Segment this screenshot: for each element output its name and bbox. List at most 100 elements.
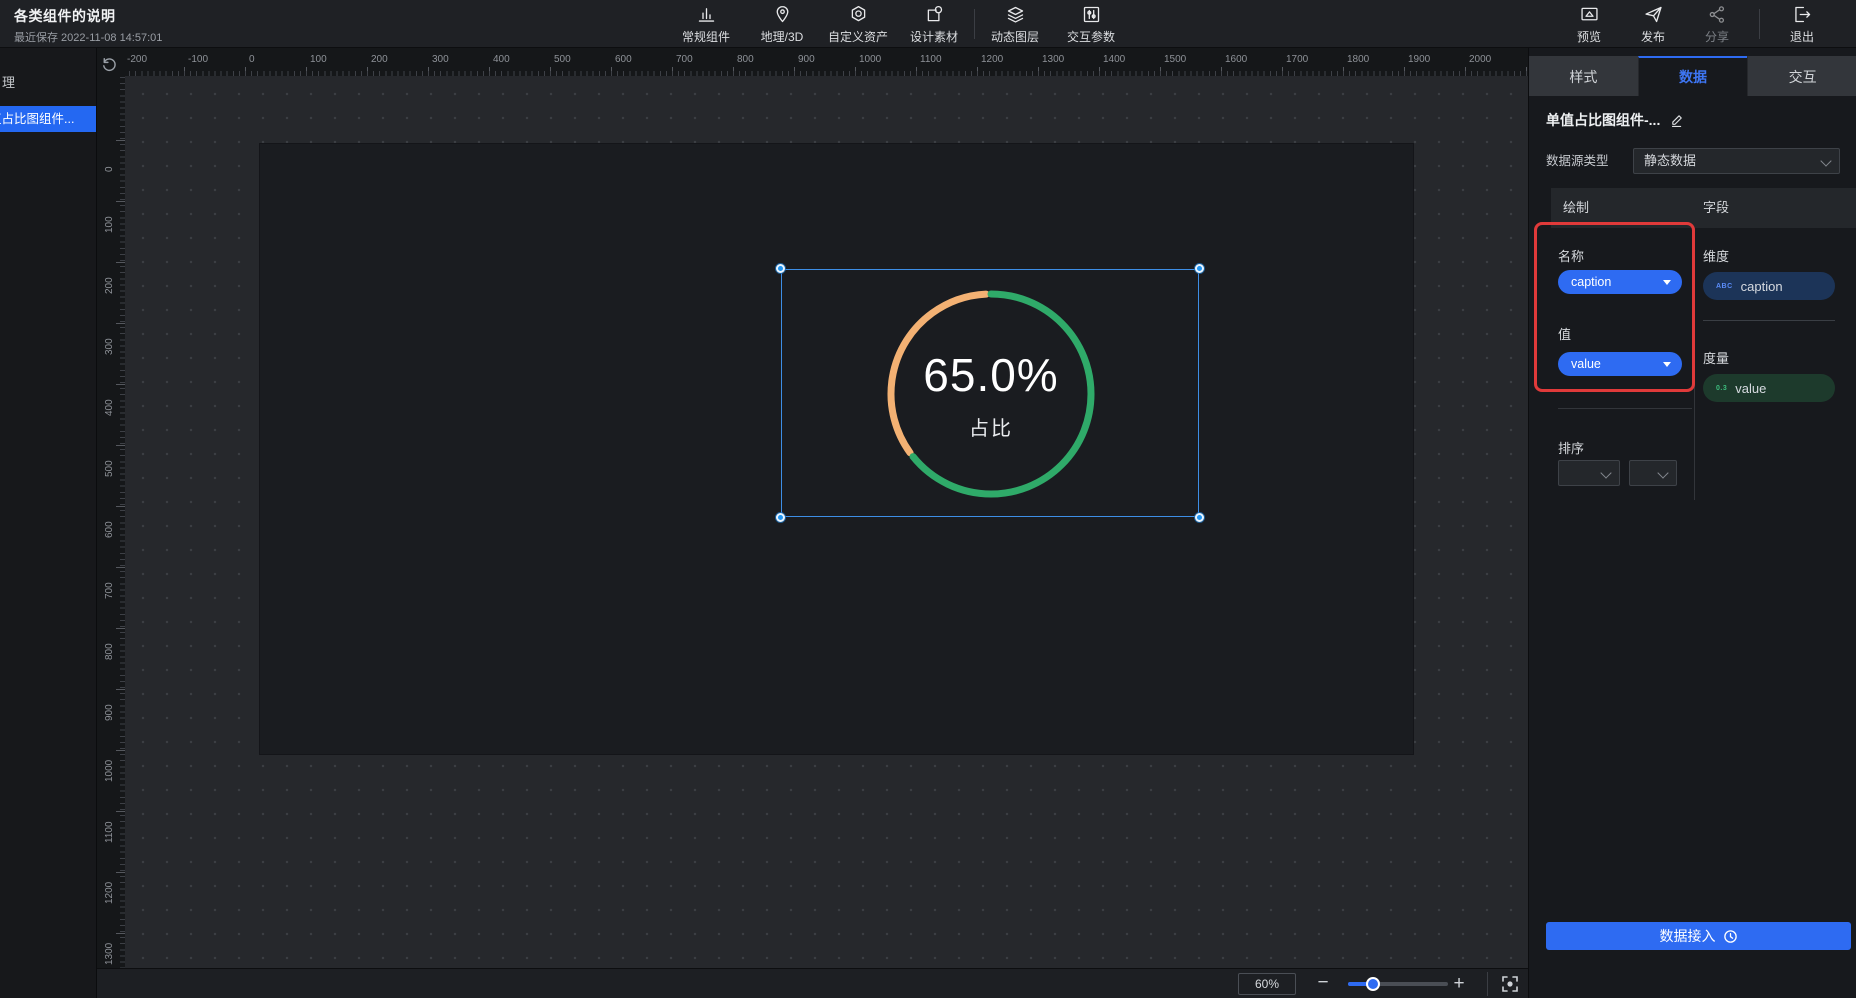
ruler-tick: 700 — [672, 48, 742, 76]
ruler-tick: -200 — [123, 48, 193, 76]
tab-interaction[interactable]: 交互 — [1747, 56, 1856, 96]
ruler-tick: 1000 — [855, 48, 925, 76]
toolbar-divider — [974, 9, 975, 39]
toolbar-item-dynamic-layers[interactable]: 动态图层 — [977, 0, 1053, 48]
toolbar-item-geo3d[interactable]: 地理/3D — [744, 0, 820, 48]
ruler-tick: 1200 — [977, 48, 1047, 76]
ratio-donut-widget[interactable]: 65.0% 占比 — [881, 284, 1101, 504]
ruler-tick: 2000 — [1465, 48, 1528, 76]
ruler-tick: 0 — [97, 140, 125, 210]
ruler-tick: 500 — [97, 445, 125, 515]
toolbar-item-label: 地理/3D — [761, 28, 804, 45]
value-field-select[interactable]: value — [1558, 352, 1682, 376]
zoom-out-button[interactable]: − — [1313, 972, 1333, 996]
ruler-tick: 1600 — [1221, 48, 1291, 76]
preview-button[interactable]: 预览 — [1561, 0, 1617, 48]
refresh-icon[interactable] — [100, 54, 119, 73]
app-window: 各类组件的说明 最近保存 2022-11-08 14:57:01 常规组件 地理… — [0, 0, 1856, 998]
chevron-down-icon — [1600, 467, 1611, 478]
ruler-tick: 1100 — [97, 811, 125, 881]
ruler-tick: 400 — [489, 48, 559, 76]
actions-divider — [1759, 9, 1760, 39]
toolbar-item-design-assets[interactable]: 设计素材 — [896, 0, 972, 48]
resize-handle-bottom-right[interactable] — [1195, 513, 1204, 522]
resize-handle-top-right[interactable] — [1195, 264, 1204, 273]
edit-pencil-icon[interactable] — [1670, 113, 1685, 128]
ruler-tick: 400 — [97, 384, 125, 454]
resize-handle-bottom-left[interactable] — [776, 513, 785, 522]
widget-selection-box[interactable]: 65.0% 占比 — [781, 269, 1199, 517]
fields-divider — [1703, 320, 1835, 321]
vertical-ruler: 0100200300400500600700800900100011001200… — [97, 76, 125, 968]
measure-field-pill[interactable]: 0.3 value — [1703, 374, 1835, 402]
header-actions: 预览 发布 分享 退出 — [1561, 0, 1830, 48]
bar-chart-icon — [696, 4, 717, 25]
document-title-block: 各类组件的说明 最近保存 2022-11-08 14:57:01 — [14, 6, 162, 45]
data-access-label: 数据接入 — [1660, 926, 1716, 946]
sort-field-select[interactable] — [1558, 460, 1620, 486]
ruler-tick: 1900 — [1404, 48, 1474, 76]
history-clock-icon — [1723, 929, 1738, 944]
toolbar-item-charts[interactable]: 常规组件 — [668, 0, 744, 48]
action-label: 分享 — [1705, 28, 1729, 45]
inspector-tabbar: 样式 数据 交互 — [1529, 56, 1856, 96]
ruler-tick: 800 — [97, 628, 125, 698]
ruler-tick: 700 — [97, 567, 125, 637]
exit-button[interactable]: 退出 — [1774, 0, 1830, 48]
dimension-field-pill[interactable]: ABC caption — [1703, 272, 1835, 300]
columns-divider — [1694, 228, 1695, 500]
tab-style[interactable]: 样式 — [1529, 56, 1638, 96]
draw-column-divider — [1558, 408, 1692, 409]
publish-icon — [1643, 4, 1664, 25]
canvas-bottom-bar: 60% − + — [97, 968, 1528, 998]
measure-label: 度量 — [1703, 348, 1729, 367]
sidebar-heading-clipped: 理 — [2, 72, 96, 91]
toolbar-item-label: 常规组件 — [682, 28, 730, 45]
editor-canvas[interactable]: 65.0% 占比 — [125, 76, 1528, 968]
inspector-panel: 样式 数据 交互 单值占比图组件-... 数据源类型 静态数据 绘制 字段 — [1528, 48, 1856, 998]
data-access-button[interactable]: 数据接入 — [1546, 922, 1851, 950]
name-field-select[interactable]: caption — [1558, 270, 1682, 294]
measure-type-badge: 0.3 — [1716, 385, 1727, 392]
tab-data[interactable]: 数据 — [1638, 56, 1748, 96]
zoom-slider-knob[interactable] — [1366, 977, 1380, 991]
toolbar-item-label: 交互参数 — [1067, 28, 1115, 45]
horizontal-ruler: -200-10001002003004005006007008009001000… — [122, 48, 1528, 76]
zoom-slider[interactable] — [1348, 982, 1448, 986]
measure-field-name: value — [1735, 381, 1766, 396]
last-saved-timestamp: 最近保存 2022-11-08 14:57:01 — [14, 29, 162, 45]
ruler-tick: 300 — [97, 323, 125, 393]
dimension-label: 维度 — [1703, 246, 1729, 265]
datasource-row: 数据源类型 静态数据 — [1546, 148, 1840, 174]
name-field-value: caption — [1571, 270, 1611, 294]
toolbar-item-label: 自定义资产 — [828, 28, 888, 45]
document-title: 各类组件的说明 — [14, 6, 162, 26]
action-label: 发布 — [1641, 28, 1665, 45]
caret-down-icon — [1663, 362, 1671, 367]
ruler-tick: 600 — [611, 48, 681, 76]
sort-order-select[interactable] — [1629, 460, 1677, 486]
toolbar-item-custom-assets[interactable]: 自定义资产 — [820, 0, 896, 48]
sort-label: 排序 — [1558, 438, 1584, 457]
section-tab-draw[interactable]: 绘制 — [1563, 188, 1589, 228]
widget-title: 单值占比图组件-... — [1546, 110, 1660, 130]
share-icon — [1707, 4, 1728, 25]
ruler-tick: 1000 — [97, 750, 125, 820]
zoom-percentage-input[interactable]: 60% — [1238, 973, 1296, 995]
toolbar-item-interaction-params[interactable]: 交互参数 — [1053, 0, 1129, 48]
ruler-tick: 1700 — [1282, 48, 1352, 76]
sidebar-layer-item-selected[interactable]: 值占比图组件... — [0, 106, 96, 132]
section-tab-fields[interactable]: 字段 — [1703, 188, 1729, 228]
ruler-tick: 600 — [97, 506, 125, 576]
publish-button[interactable]: 发布 — [1625, 0, 1681, 48]
layers-icon — [1005, 4, 1026, 25]
top-header: 各类组件的说明 最近保存 2022-11-08 14:57:01 常规组件 地理… — [0, 0, 1856, 48]
resize-handle-top-left[interactable] — [776, 264, 785, 273]
ruler-tick: 300 — [428, 48, 498, 76]
share-button[interactable]: 分享 — [1689, 0, 1745, 48]
datasource-select[interactable]: 静态数据 — [1633, 148, 1840, 174]
fit-to-screen-icon[interactable] — [1499, 973, 1521, 995]
ruler-tick: 1300 — [1038, 48, 1108, 76]
ruler-tick: 100 — [97, 201, 125, 271]
zoom-in-button[interactable]: + — [1449, 972, 1469, 996]
